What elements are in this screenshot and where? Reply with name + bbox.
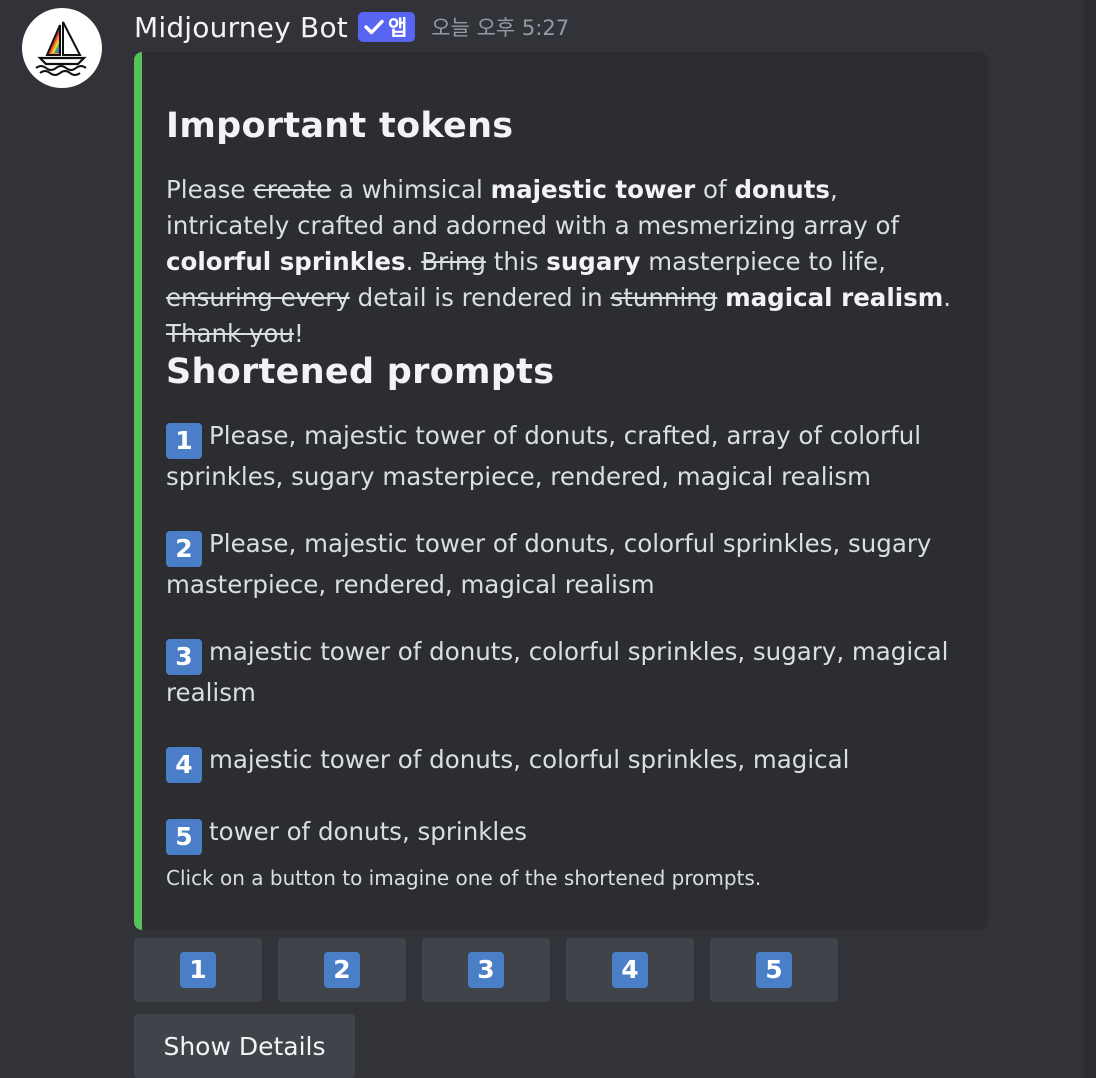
prompt-text: majestic tower of donuts, colorful sprin… — [209, 745, 850, 774]
important-tokens-title: Important tokens — [166, 106, 514, 146]
bold-token: majestic tower — [490, 175, 696, 204]
midjourney-sailboat-logo-icon — [35, 21, 87, 76]
prompt-text: Please, majestic tower of donuts, crafte… — [166, 421, 922, 491]
prompt-4-button[interactable]: 4 — [566, 938, 694, 1002]
paragraph-text: a whimsical — [331, 175, 491, 204]
prompt-text: tower of donuts, sprinkles — [209, 817, 528, 846]
keycap-digit-icon: 4 — [166, 747, 202, 783]
prompt-2-button[interactable]: 2 — [278, 938, 406, 1002]
prompt-text: Please, majestic tower of donuts, colorf… — [166, 529, 932, 599]
prompt-5-button[interactable]: 5 — [710, 938, 838, 1002]
keycap-digit-icon: 3 — [166, 639, 202, 675]
prompt-item-1: 1 Please, majestic tower of donuts, craft… — [166, 418, 956, 495]
app-badge: 앱 — [357, 12, 416, 42]
paragraph-text: masterpiece to life, — [640, 247, 886, 276]
paragraph-text: Please — [166, 175, 254, 204]
paragraph-text: . — [405, 247, 422, 276]
bold-token: magical realism — [725, 283, 944, 312]
prompt-button-row: 1 2 3 4 5 — [134, 938, 838, 1002]
chat-page: Midjourney Bot 앱 오늘 오후 5:27 Important to… — [0, 0, 1096, 1078]
prompt-item-4: 4 majestic tower of donuts, colorful spri… — [166, 742, 956, 783]
removed-token: create — [253, 175, 332, 204]
paragraph-text: ! — [294, 319, 304, 348]
app-badge-label: 앱 — [387, 16, 408, 40]
checkmark-icon — [364, 19, 384, 35]
author-name[interactable]: Midjourney Bot — [134, 11, 348, 44]
prompt-item-5: 5 tower of donuts, sprinkles — [166, 814, 956, 855]
paragraph-text — [717, 283, 725, 312]
paragraph-text: detail is rendered in — [349, 283, 611, 312]
bold-token: donuts — [734, 175, 831, 204]
paragraph-text: . — [943, 283, 952, 312]
removed-token: Bring — [421, 247, 486, 276]
prompt-1-button[interactable]: 1 — [134, 938, 262, 1002]
keycap-digit-icon: 2 — [324, 952, 360, 988]
removed-token: Thank you — [166, 319, 295, 348]
important-tokens-paragraph: Please create a whimsical majestic tower… — [166, 172, 956, 352]
keycap-digit-icon: 5 — [166, 819, 202, 855]
message-timestamp: 오늘 오후 5:27 — [431, 16, 570, 40]
removed-token: ensuring every — [166, 283, 350, 312]
keycap-digit-icon: 1 — [180, 952, 216, 988]
show-details-button[interactable]: Show Details — [134, 1014, 355, 1078]
prompt-3-button[interactable]: 3 — [422, 938, 550, 1002]
embed-footer: Click on a button to imagine one of the … — [166, 866, 762, 890]
embed-card: Important tokens Please create a whimsic… — [134, 52, 988, 930]
keycap-digit-icon: 1 — [166, 423, 202, 459]
keycap-digit-icon: 5 — [756, 952, 792, 988]
keycap-digit-icon: 3 — [468, 952, 504, 988]
bold-token: colorful sprinkles — [166, 247, 406, 276]
prompt-item-2: 2 Please, majestic tower of donuts, color… — [166, 526, 956, 603]
paragraph-text: of — [695, 175, 735, 204]
bold-token: sugary — [546, 247, 641, 276]
paragraph-text: this — [486, 247, 547, 276]
prompt-text: majestic tower of donuts, colorful sprin… — [166, 637, 949, 707]
keycap-digit-icon: 2 — [166, 531, 202, 567]
removed-token: stunning — [610, 283, 718, 312]
message-header: Midjourney Bot 앱 오늘 오후 5:27 — [134, 8, 569, 46]
keycap-digit-icon: 4 — [612, 952, 648, 988]
prompt-item-3: 3 majestic tower of donuts, colorful spri… — [166, 634, 956, 711]
scrollbar[interactable] — [1084, 0, 1096, 1078]
shortened-prompts-title: Shortened prompts — [166, 352, 555, 392]
avatar[interactable] — [22, 8, 102, 88]
